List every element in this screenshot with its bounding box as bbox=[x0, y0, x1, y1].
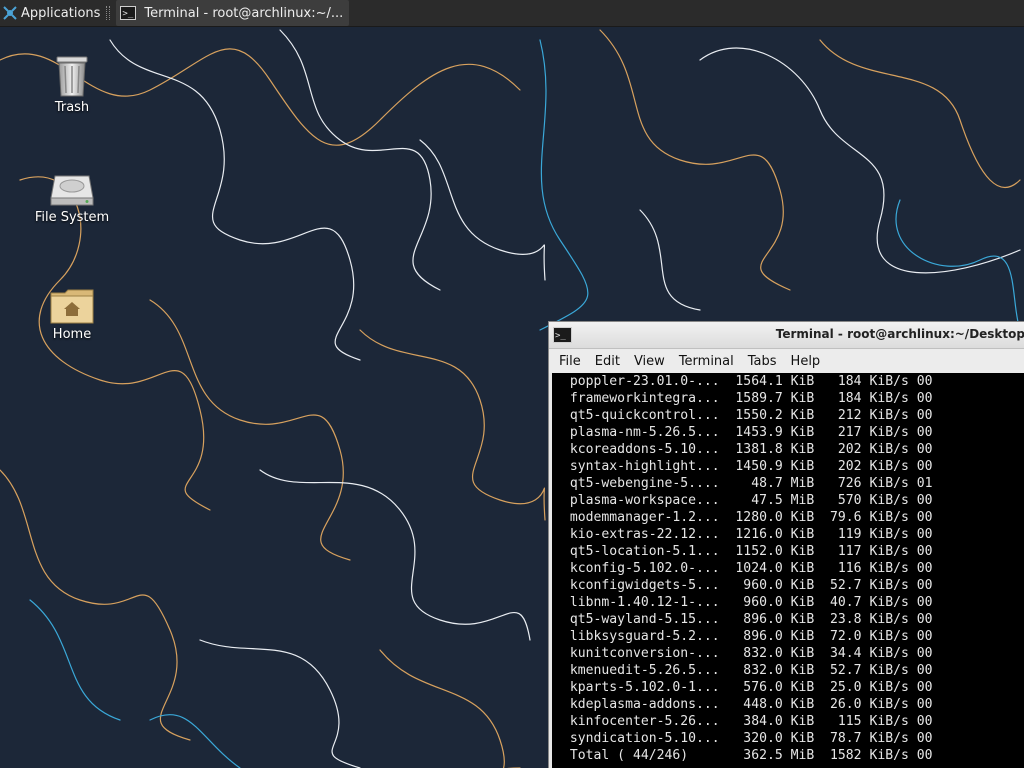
home-label: Home bbox=[52, 327, 92, 342]
terminal-titlebar[interactable]: >_ Terminal - root@archlinux:~/Desktop bbox=[549, 322, 1024, 349]
desktop-icon-trash[interactable]: Trash bbox=[22, 54, 122, 115]
menu-file[interactable]: File bbox=[549, 354, 588, 369]
terminal-window-title: Terminal - root@archlinux:~/Desktop bbox=[775, 327, 1024, 341]
terminal-line: kparts-5.102.0-1... 576.0 KiB 25.0 KiB/s… bbox=[562, 680, 933, 695]
terminal-line: libksysguard-5.2... 896.0 KiB 72.0 KiB/s… bbox=[562, 629, 933, 644]
terminal-line: Total ( 44/246) 362.5 MiB 1582 KiB/s 00 bbox=[562, 748, 933, 763]
trash-icon bbox=[56, 56, 88, 97]
terminal-menubar: File Edit View Terminal Tabs Help bbox=[549, 349, 1024, 373]
terminal-window-icon: >_ bbox=[553, 327, 572, 343]
terminal-line: poppler-23.01.0-... 1564.1 KiB 184 KiB/s… bbox=[562, 374, 933, 389]
terminal-line: frameworkintegra... 1589.7 KiB 184 KiB/s… bbox=[562, 391, 933, 406]
terminal-line: modemmanager-1.2... 1280.0 KiB 79.6 KiB/… bbox=[562, 510, 933, 525]
terminal-line: kconfigwidgets-5... 960.0 KiB 52.7 KiB/s… bbox=[562, 578, 933, 593]
terminal-line: qt5-location-5.1... 1152.0 KiB 117 KiB/s… bbox=[562, 544, 933, 559]
terminal-output[interactable]: poppler-23.01.0-... 1564.1 KiB 184 KiB/s… bbox=[552, 373, 1024, 768]
taskbar-terminal-label: Terminal - root@archlinux:~/... bbox=[144, 5, 344, 21]
terminal-line: libnm-1.40.12-1-... 960.0 KiB 40.7 KiB/s… bbox=[562, 595, 933, 610]
terminal-line: kinfocenter-5.26... 384.0 KiB 115 KiB/s … bbox=[562, 714, 933, 729]
applications-menu-button[interactable]: Applications bbox=[0, 0, 104, 26]
terminal-line: qt5-webengine-5.... 48.7 MiB 726 KiB/s 0… bbox=[562, 476, 933, 491]
terminal-line: kunitconversion-... 832.0 KiB 34.4 KiB/s… bbox=[562, 646, 933, 661]
home-folder-icon bbox=[50, 289, 94, 324]
terminal-line: qt5-wayland-5.15... 896.0 KiB 23.8 KiB/s… bbox=[562, 612, 933, 627]
panel-separator bbox=[106, 6, 111, 20]
hard-drive-icon bbox=[50, 175, 94, 206]
terminal-line: syndication-5.10... 320.0 KiB 78.7 KiB/s… bbox=[562, 731, 933, 746]
terminal-line: kdeplasma-addons... 448.0 KiB 26.0 KiB/s… bbox=[562, 697, 933, 712]
menu-help[interactable]: Help bbox=[784, 354, 828, 369]
terminal-line: plasma-workspace... 47.5 MiB 570 KiB/s 0… bbox=[562, 493, 933, 508]
terminal-line: syntax-highlight... 1450.9 KiB 202 KiB/s… bbox=[562, 459, 933, 474]
top-panel: Applications >_ Terminal - root@archlinu… bbox=[0, 0, 1024, 27]
taskbar-terminal-button[interactable]: >_ Terminal - root@archlinux:~/... bbox=[116, 0, 350, 26]
menu-edit[interactable]: Edit bbox=[588, 354, 627, 369]
terminal-line: plasma-nm-5.26.5... 1453.9 KiB 217 KiB/s… bbox=[562, 425, 933, 440]
applications-label: Applications bbox=[21, 5, 101, 21]
trash-label: Trash bbox=[54, 100, 90, 115]
xfce-logo-icon bbox=[3, 6, 17, 20]
terminal-icon: >_ bbox=[120, 6, 137, 20]
terminal-line: kcoreaddons-5.10... 1381.8 KiB 202 KiB/s… bbox=[562, 442, 933, 457]
terminal-window[interactable]: >_ Terminal - root@archlinux:~/Desktop F… bbox=[548, 321, 1024, 768]
terminal-line: kmenuedit-5.26.5... 832.0 KiB 52.7 KiB/s… bbox=[562, 663, 933, 678]
terminal-line: kconfig-5.102.0-... 1024.0 KiB 116 KiB/s… bbox=[562, 561, 933, 576]
menu-tabs[interactable]: Tabs bbox=[741, 354, 784, 369]
desktop-icon-home[interactable]: Home bbox=[22, 287, 122, 342]
terminal-line: qt5-quickcontrol... 1550.2 KiB 212 KiB/s… bbox=[562, 408, 933, 423]
menu-view[interactable]: View bbox=[627, 354, 672, 369]
file-system-label: File System bbox=[34, 210, 110, 225]
terminal-line: kio-extras-22.12... 1216.0 KiB 119 KiB/s… bbox=[562, 527, 933, 542]
menu-terminal[interactable]: Terminal bbox=[672, 354, 741, 369]
desktop-icon-file-system[interactable]: File System bbox=[22, 172, 122, 225]
